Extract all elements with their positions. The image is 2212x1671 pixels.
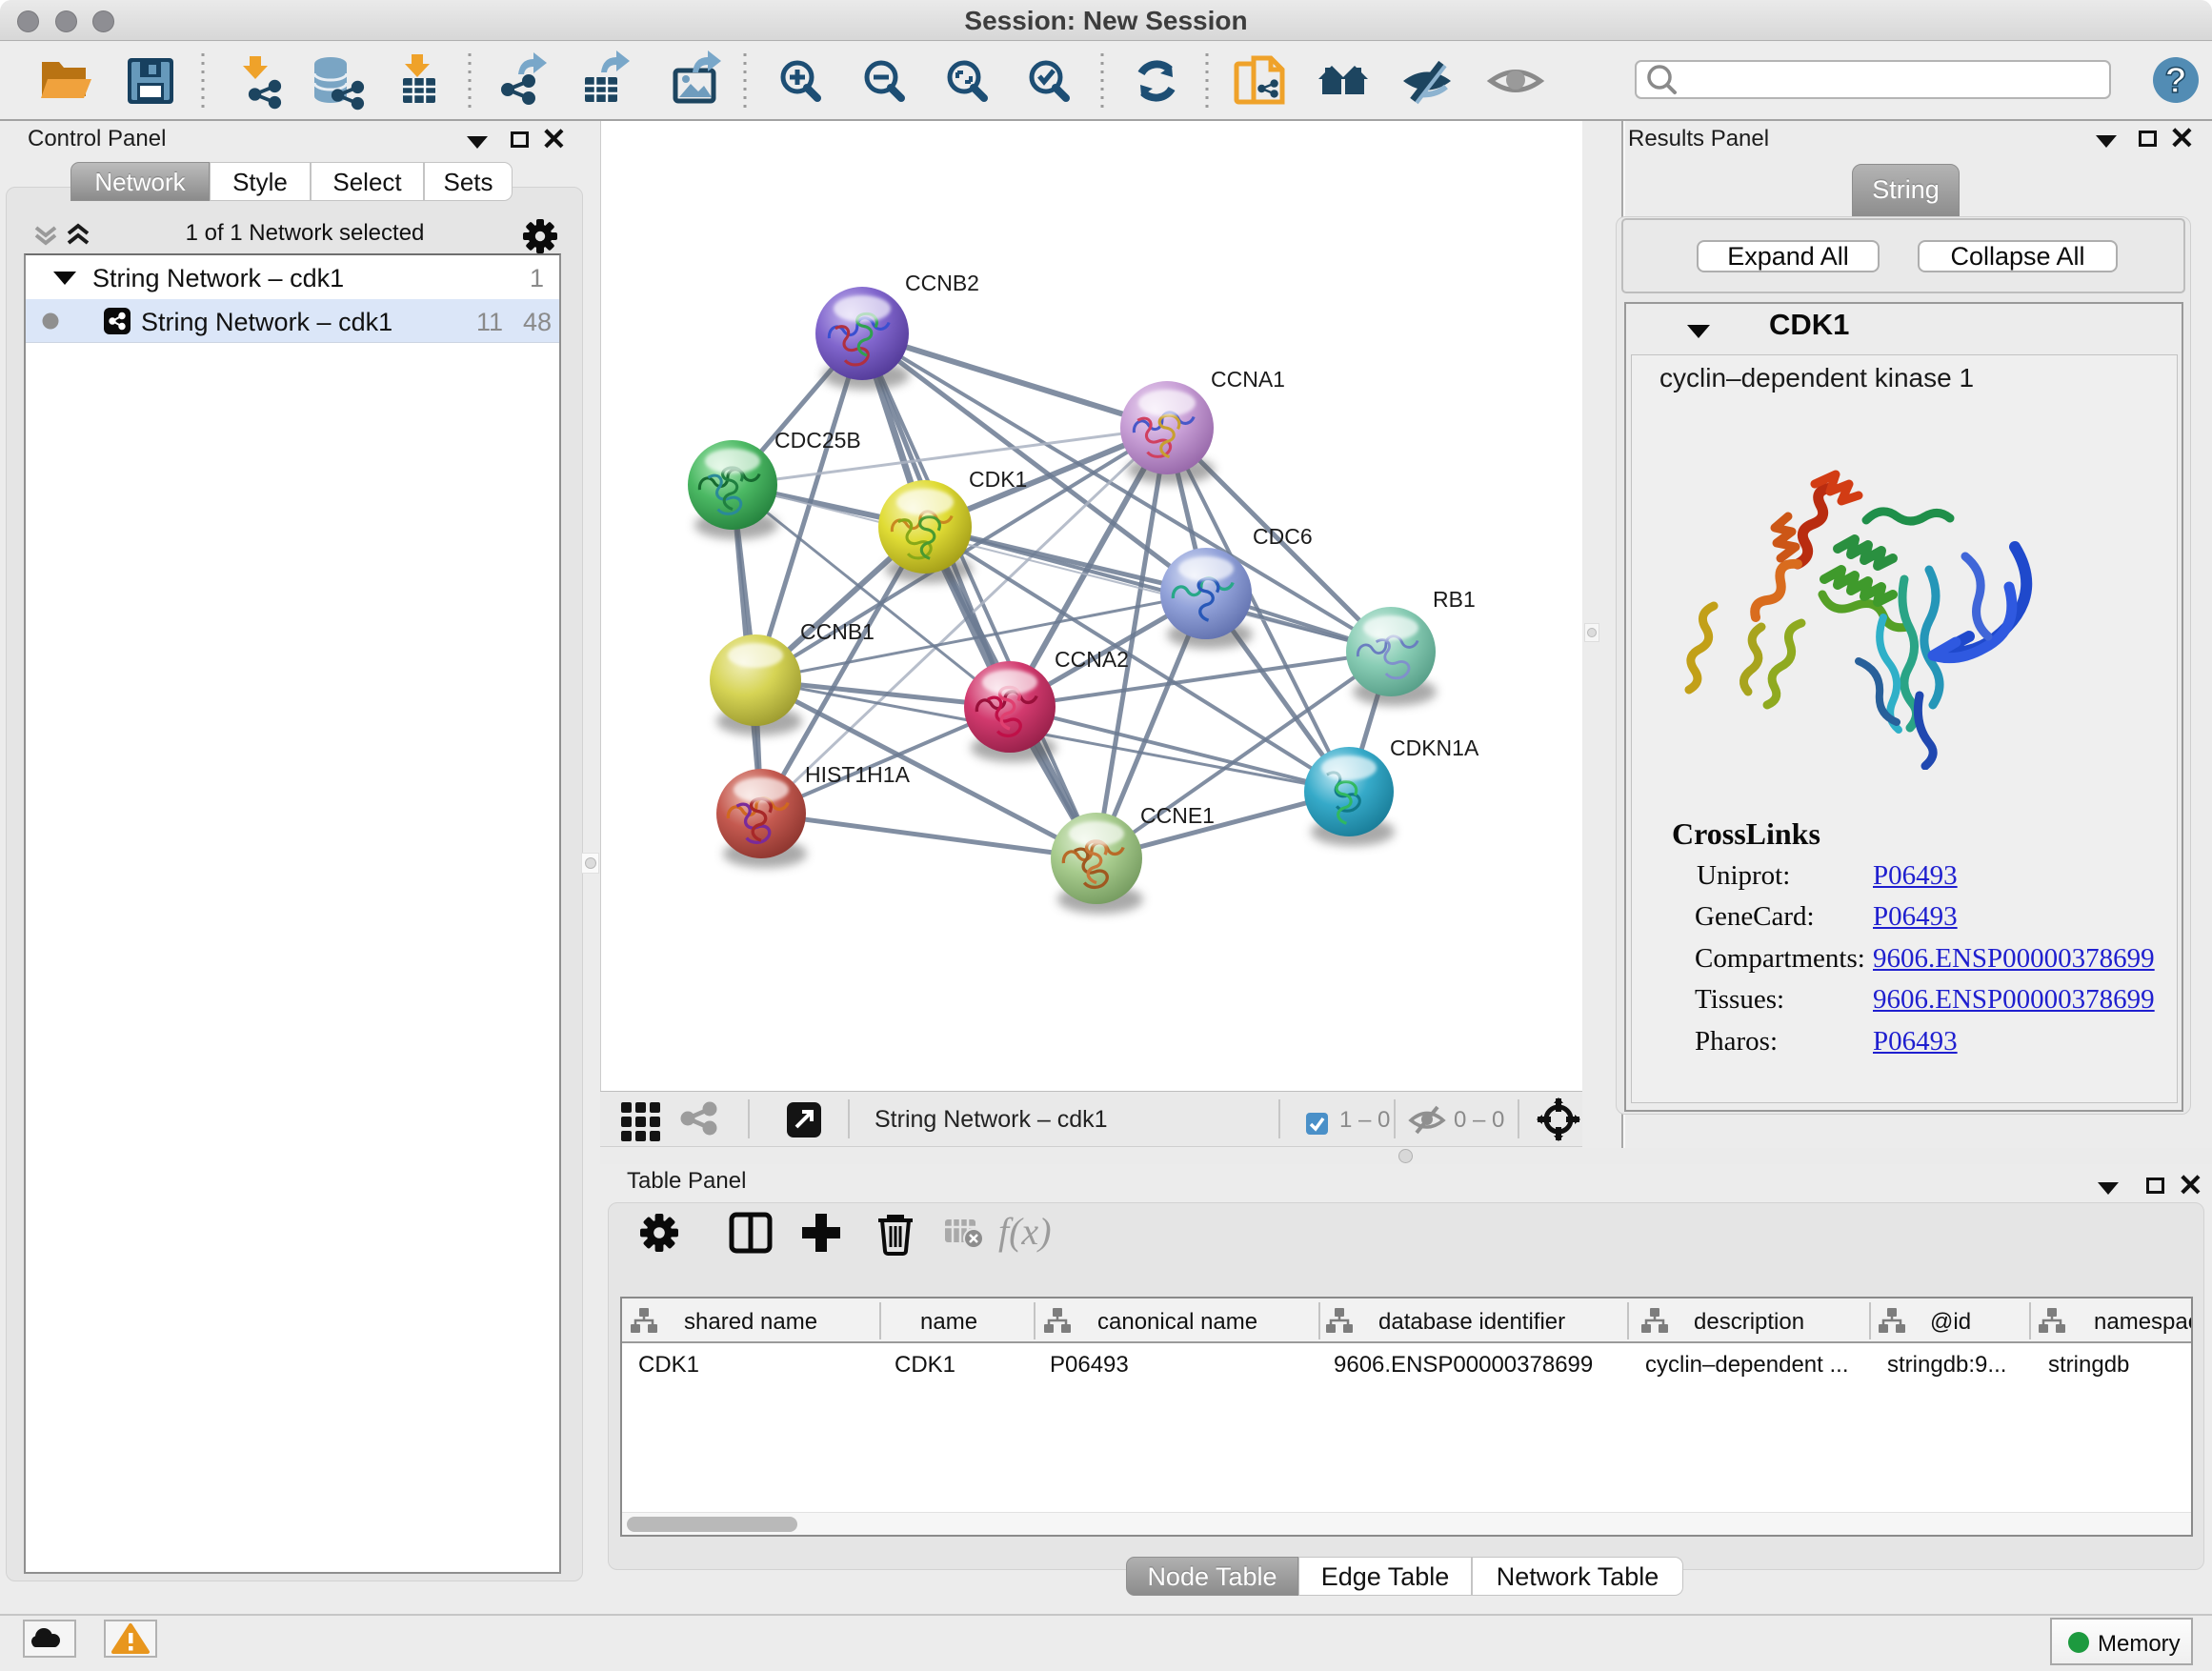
svg-text:database identifier: database identifier [1378, 1309, 1565, 1335]
svg-text:1 – 0: 1 – 0 [1339, 1107, 1390, 1133]
svg-text:CDKN1A: CDKN1A [1390, 735, 1479, 760]
svg-text:?: ? [2164, 61, 2186, 101]
svg-text:CCNB1: CCNB1 [800, 619, 875, 644]
svg-text:@id: @id [1930, 1309, 1971, 1335]
svg-text:namespac: namespac [2094, 1309, 2191, 1335]
svg-text:0 – 0: 0 – 0 [1454, 1107, 1504, 1133]
svg-text:String Network – cdk1: String Network – cdk1 [875, 1106, 1108, 1133]
svg-text:HIST1H1A: HIST1H1A [805, 762, 911, 787]
svg-text:shared name: shared name [684, 1309, 817, 1335]
svg-text:RB1: RB1 [1433, 587, 1476, 612]
svg-text:CCNA1: CCNA1 [1211, 367, 1285, 392]
svg-text:description: description [1694, 1309, 1804, 1335]
svg-text:canonical name: canonical name [1097, 1309, 1257, 1335]
svg-text:CDC25B: CDC25B [774, 428, 861, 453]
svg-text:CDC6: CDC6 [1253, 524, 1313, 549]
svg-text:name: name [920, 1309, 977, 1335]
svg-text:f(x): f(x) [998, 1210, 1052, 1253]
svg-text:CCNB2: CCNB2 [905, 271, 979, 295]
svg-text:CCNE1: CCNE1 [1140, 803, 1215, 828]
svg-text:CDK1: CDK1 [969, 467, 1027, 492]
svg-text:CCNA2: CCNA2 [1055, 647, 1129, 672]
